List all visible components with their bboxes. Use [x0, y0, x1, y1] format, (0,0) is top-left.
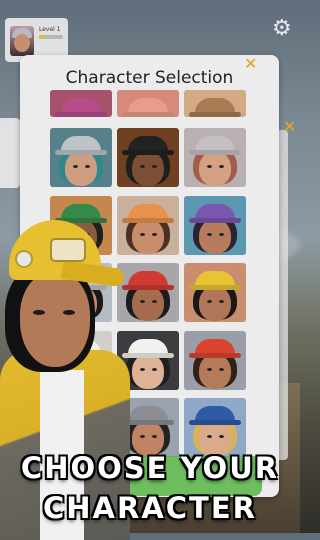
- character-tile[interactable]: [184, 128, 246, 187]
- promo-line-1: CHOOSE YOUR: [20, 451, 280, 485]
- level-progress-bar: [39, 35, 63, 39]
- character-tile[interactable]: [184, 263, 246, 322]
- character-tile[interactable]: [184, 331, 246, 390]
- character-tile[interactable]: [184, 90, 246, 117]
- character-tile[interactable]: [117, 196, 179, 255]
- close-icon[interactable]: ✕: [283, 117, 296, 136]
- character-tile[interactable]: [117, 128, 179, 187]
- character-tile[interactable]: [117, 263, 179, 322]
- promo-line-2: CHARACTER: [43, 491, 257, 525]
- character-tile[interactable]: [50, 90, 112, 117]
- level-progress-fill: [39, 35, 44, 39]
- close-icon[interactable]: ✕: [244, 54, 257, 73]
- gear-icon[interactable]: ⚙: [272, 18, 294, 40]
- character-tile[interactable]: [50, 128, 112, 187]
- left-panel-strip: [0, 118, 20, 188]
- player-avatar: [10, 26, 34, 56]
- player-level: Level 1: [39, 26, 61, 33]
- character-tile[interactable]: [184, 196, 246, 255]
- promo-text: CHOOSE YOUR CHARACTER: [0, 448, 300, 528]
- modal-title: Character Selection: [65, 68, 234, 88]
- character-tile[interactable]: [117, 90, 179, 117]
